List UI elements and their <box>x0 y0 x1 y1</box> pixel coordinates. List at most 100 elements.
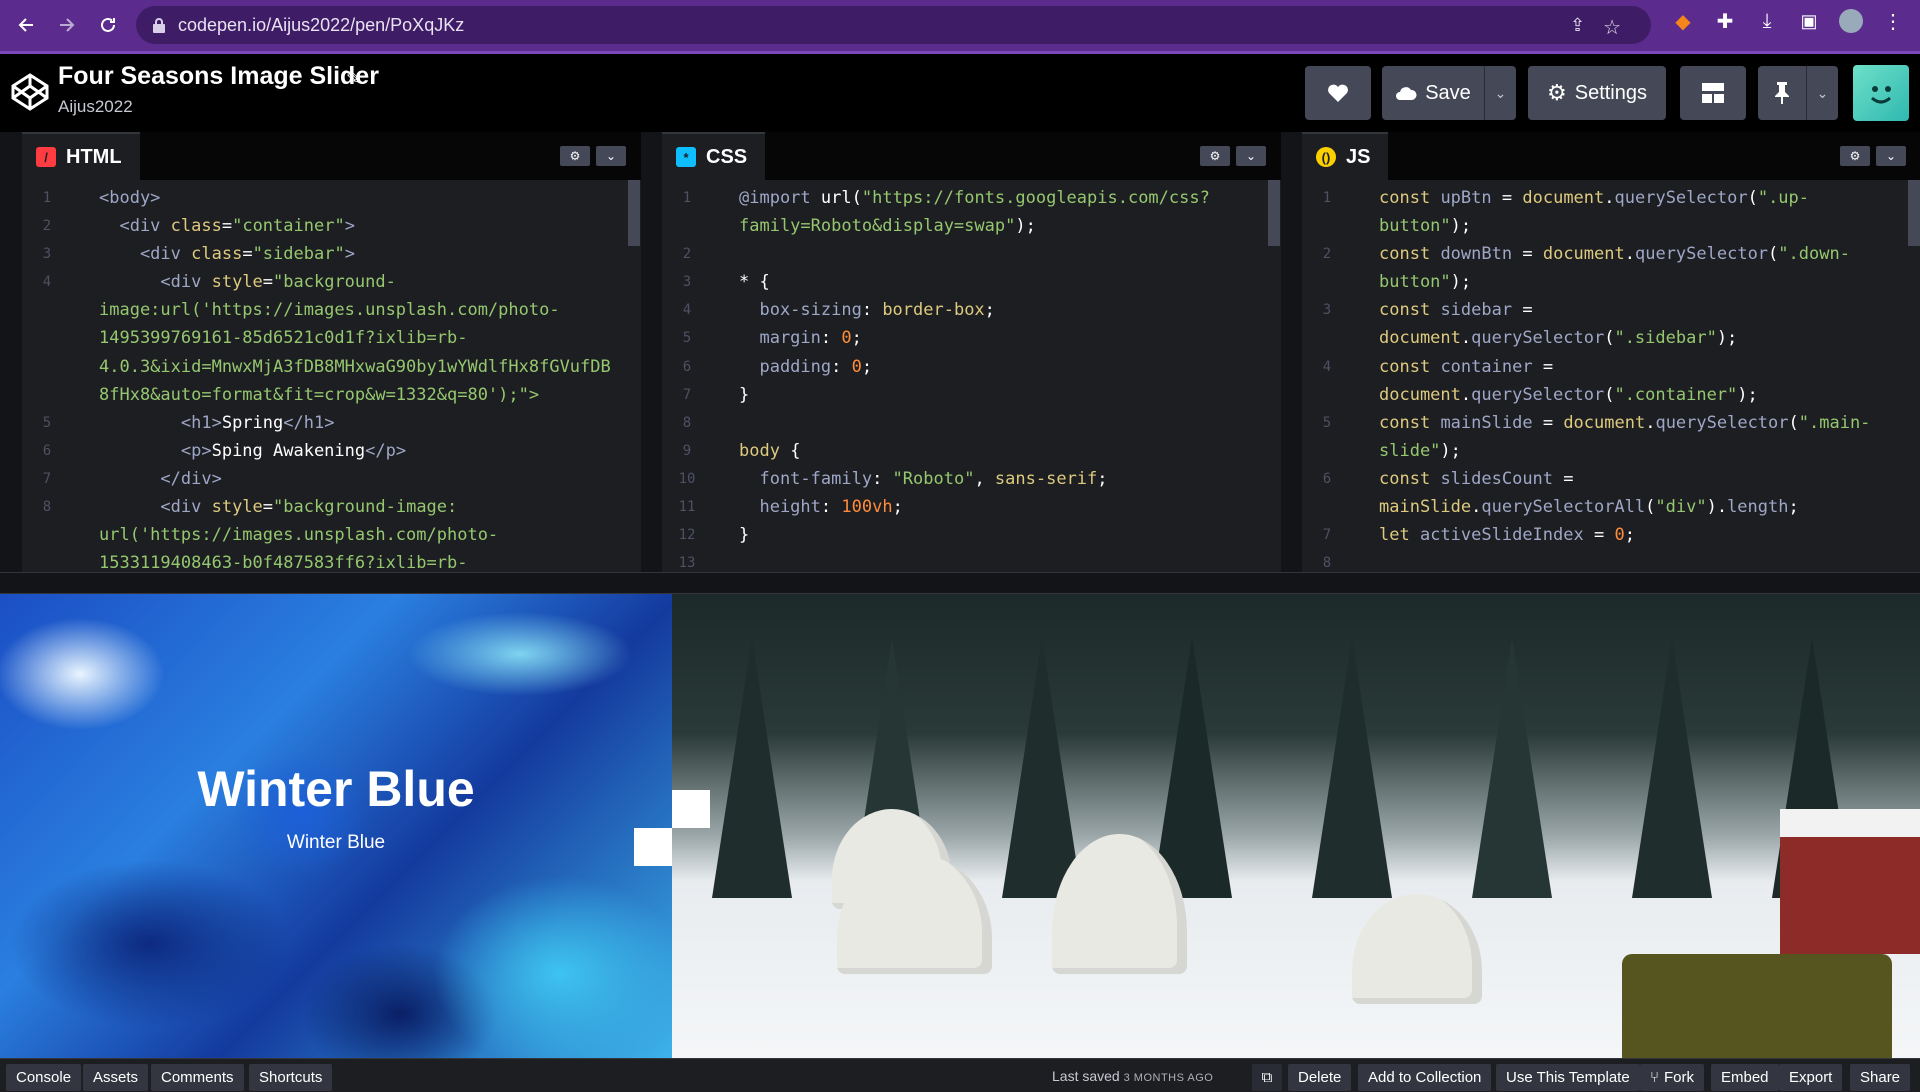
settings-button[interactable]: ⚙ Settings <box>1528 66 1666 120</box>
html-scrollbar[interactable] <box>628 180 640 246</box>
export-button[interactable]: Export <box>1779 1064 1843 1091</box>
red-cabin-shape <box>1780 824 1920 954</box>
chevron-down-icon: ⌄ <box>1816 84 1829 101</box>
slider-sidebar: Winter Blue Winter Blue <box>0 594 672 1058</box>
up-button[interactable] <box>672 790 710 828</box>
code-line: 4 const container = <box>1322 356 1554 377</box>
user-avatar[interactable] <box>1853 65 1909 121</box>
pin-options-dropdown[interactable]: ⌄ <box>1806 66 1838 120</box>
pin-icon <box>1775 82 1789 104</box>
code-line: 7} <box>682 384 750 405</box>
code-line: 4.0.3&ixid=MnwxMjA3fDB8MHxwaG90by1wYWdlf… <box>99 356 611 377</box>
code-line: 5 const mainSlide = document.querySelecto… <box>1322 412 1871 433</box>
yurt-shape <box>1352 894 1482 1004</box>
open-external-icon[interactable]: ⧉ <box>1252 1064 1282 1091</box>
js-settings-button[interactable]: ⚙ <box>1840 146 1870 166</box>
code-line: 3 const sidebar = <box>1322 300 1533 321</box>
js-editor-tab[interactable]: () JS <box>1302 132 1389 180</box>
js-collapse-button[interactable]: ⌄ <box>1876 146 1906 166</box>
html-collapse-button[interactable]: ⌄ <box>596 146 626 166</box>
code-line: 6 const slidesCount = <box>1322 468 1574 489</box>
code-line: 13 <box>678 555 696 572</box>
gear-icon: ⚙ <box>1209 149 1221 163</box>
extensions-puzzle-icon[interactable]: ✚ <box>1712 8 1738 34</box>
editors-panel: / HTML ⚙ ⌄ 1 <body> 2 <div class="contain… <box>0 132 1920 572</box>
js-scrollbar[interactable] <box>1908 180 1920 246</box>
add-to-collection-button[interactable]: Add to Collection <box>1358 1064 1492 1091</box>
codepen-footer: Console Assets Comments Shortcuts Last s… <box>0 1058 1920 1092</box>
slide-subtitle: Winter Blue <box>286 832 386 853</box>
css-code[interactable]: 1 @import url("https://fonts.googleapis.c… <box>662 180 1281 572</box>
forward-arrow-icon[interactable] <box>47 5 87 45</box>
fork-button[interactable]: ⑂ Fork <box>1640 1064 1705 1091</box>
down-button[interactable] <box>634 828 672 866</box>
js-language-icon: () <box>1316 147 1336 167</box>
preview-resize-handle[interactable] <box>0 572 1920 594</box>
profile-avatar-icon[interactable] <box>1838 8 1864 34</box>
code-line: family=Roboto&display=swap"); <box>739 216 1036 237</box>
assets-button[interactable]: Assets <box>83 1064 149 1091</box>
css-settings-button[interactable]: ⚙ <box>1200 146 1230 166</box>
cloud-icon <box>1396 87 1417 100</box>
truck-shape <box>1622 954 1892 1058</box>
edit-title-pencil-icon[interactable]: ✎ <box>346 68 361 89</box>
browser-menu-icon[interactable]: ⋮ <box>1880 8 1906 34</box>
download-icon[interactable]: ⤓ <box>1754 8 1780 34</box>
fork-icon: ⑂ <box>1650 1069 1660 1086</box>
code-line: 6 <p>Sping Awakening</p> <box>42 440 407 461</box>
tree-shape <box>1632 638 1712 898</box>
code-line: button"); <box>1379 216 1472 237</box>
code-line: 4 <div style="background- <box>42 272 396 293</box>
change-view-button[interactable] <box>1680 66 1746 120</box>
code-line: 7 let activeSlideIndex = 0; <box>1322 525 1635 546</box>
code-line: 8 <div style="background-image: <box>42 497 458 518</box>
html-editor-tab[interactable]: / HTML <box>22 132 140 180</box>
pen-title[interactable]: Four Seasons Image Slider <box>58 62 379 91</box>
pin-button[interactable] <box>1758 66 1806 120</box>
js-editor[interactable]: () JS ⚙ ⌄ 1 const upBtn = document.queryS… <box>1302 132 1920 572</box>
save-button[interactable]: Save <box>1382 66 1484 120</box>
code-line: 3 * { <box>682 272 770 293</box>
shortcuts-button[interactable]: Shortcuts <box>249 1064 333 1091</box>
metamask-extension-icon[interactable]: ◆ <box>1670 8 1696 34</box>
codepen-logo-icon[interactable] <box>10 72 50 112</box>
js-code[interactable]: 1 const upBtn = document.querySelector(".… <box>1302 180 1920 572</box>
use-template-button[interactable]: Use This Template <box>1496 1064 1640 1091</box>
css-tab-label: CSS <box>706 145 748 168</box>
html-code[interactable]: 1 <body> 2 <div class="container"> 3 <div… <box>22 180 641 572</box>
css-scrollbar[interactable] <box>1268 180 1280 246</box>
code-line: document.querySelector(".sidebar"); <box>1379 328 1738 349</box>
save-options-dropdown[interactable]: ⌄ <box>1484 66 1516 120</box>
code-line: 1495399769161-85d6521c0d1f?ixlib=rb- <box>99 328 468 349</box>
address-bar[interactable]: codepen.io/Aijus2022/pen/PoXqJKz ⇪ ☆ <box>136 6 1651 44</box>
codepen-header: Four Seasons Image Slider ✎ Aijus2022 Sa… <box>0 54 1920 132</box>
share-page-icon[interactable]: ⇪ <box>1570 15 1585 40</box>
code-line: slide"); <box>1379 440 1461 461</box>
side-panel-icon[interactable]: ▣ <box>1796 8 1822 34</box>
css-editor[interactable]: * CSS ⚙ ⌄ 1 @import url("https://fonts.go… <box>662 132 1281 572</box>
pen-author[interactable]: Aijus2022 <box>58 97 133 117</box>
last-saved-prefix: Last saved <box>1052 1068 1120 1084</box>
comments-button[interactable]: Comments <box>151 1064 244 1091</box>
last-saved-status: Last saved 3 MONTHS AGO <box>1052 1068 1213 1084</box>
delete-button[interactable]: Delete <box>1288 1064 1352 1091</box>
console-button[interactable]: Console <box>6 1064 82 1091</box>
layout-grid-icon <box>1702 83 1724 103</box>
css-editor-tab[interactable]: * CSS <box>662 132 766 180</box>
html-editor[interactable]: / HTML ⚙ ⌄ 1 <body> 2 <div class="contain… <box>22 132 641 572</box>
code-line: 1 const upBtn = document.querySelector(".… <box>1322 188 1810 208</box>
bookmark-star-icon[interactable]: ☆ <box>1603 15 1621 40</box>
css-collapse-button[interactable]: ⌄ <box>1236 146 1266 166</box>
lock-icon <box>153 18 165 33</box>
code-line: 2 <box>682 246 692 263</box>
reload-icon[interactable] <box>88 5 128 45</box>
back-arrow-icon[interactable] <box>6 5 46 45</box>
preview-pane[interactable]: Winter Blue Winter Blue <box>0 594 1920 1058</box>
embed-button[interactable]: Embed <box>1711 1064 1779 1091</box>
html-settings-button[interactable]: ⚙ <box>560 146 590 166</box>
share-button[interactable]: Share <box>1850 1064 1911 1091</box>
love-button[interactable] <box>1305 66 1371 120</box>
code-line: 11 height: 100vh; <box>678 497 903 518</box>
code-line: 10 font-family: "Roboto", sans-serif; <box>678 468 1108 489</box>
gear-icon: ⚙ <box>569 149 581 163</box>
